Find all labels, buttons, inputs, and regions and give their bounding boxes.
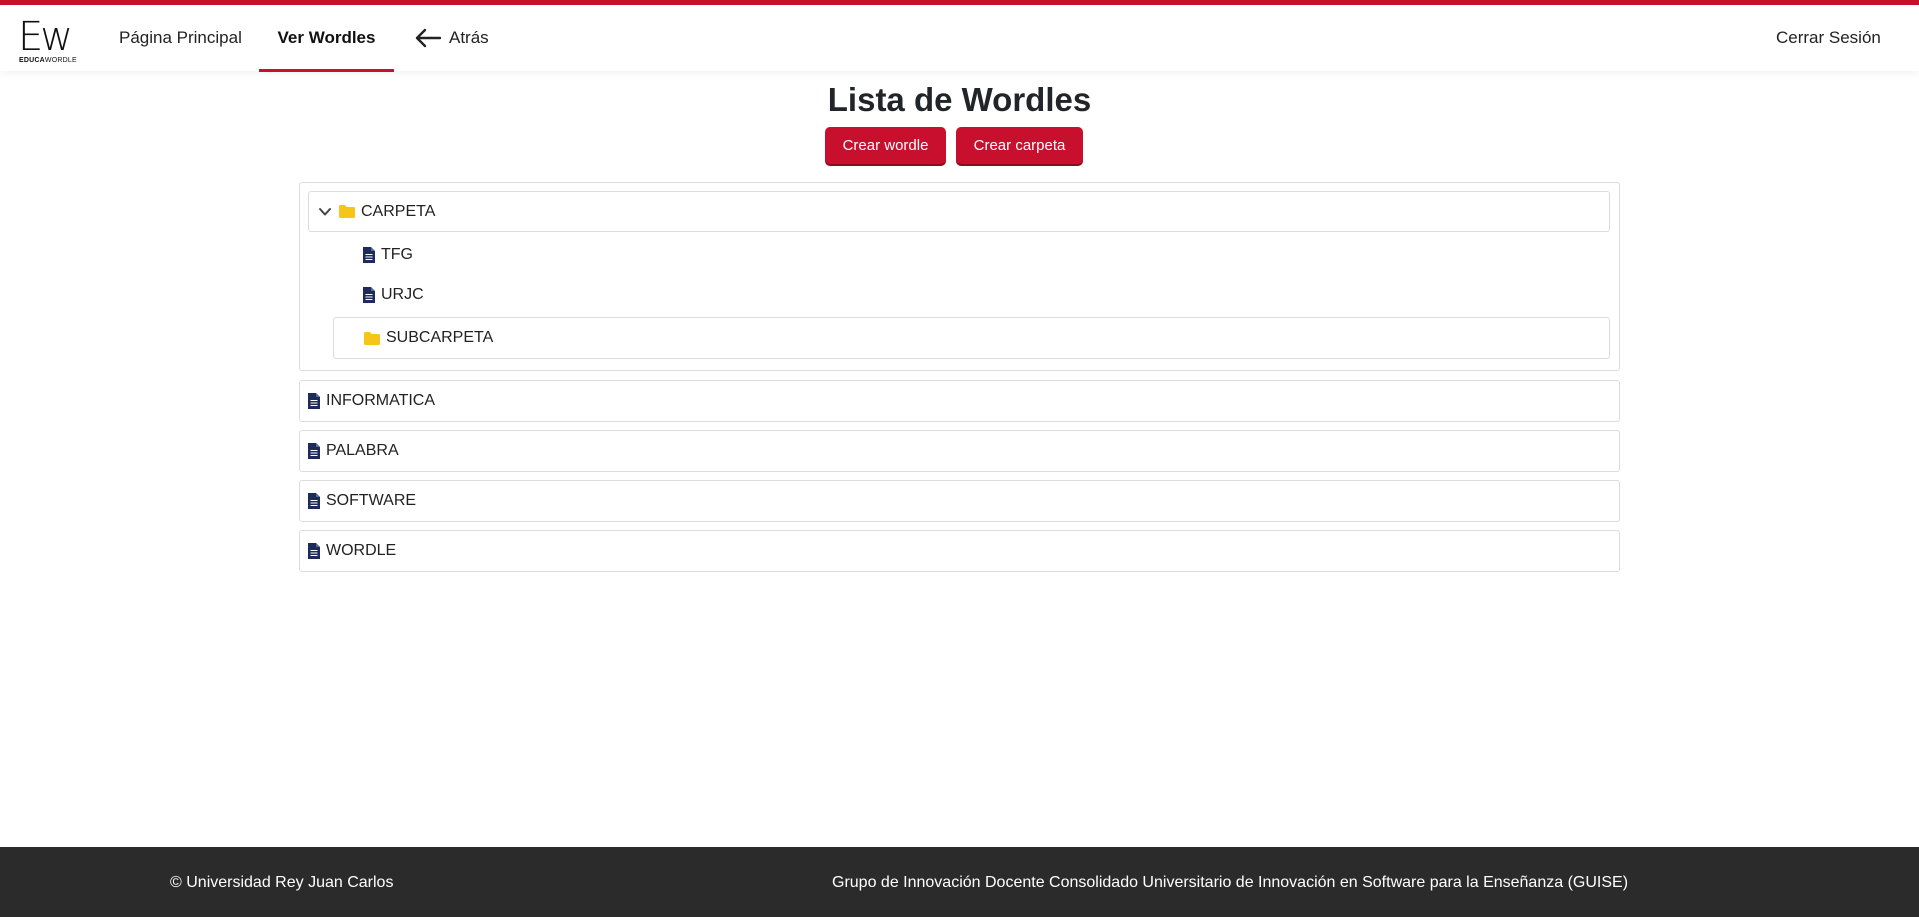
wordle-item-urjc[interactable]: URJC [381, 285, 424, 305]
file-icon [308, 493, 320, 509]
navbar: Ew EDUCAWORDLE Página Principal Ver Word… [0, 5, 1919, 72]
logo[interactable]: Ew EDUCAWORDLE [18, 17, 80, 67]
create-folder-button[interactable]: Crear carpeta [956, 127, 1083, 164]
footer: © Universidad Rey Juan Carlos Grupo de I… [0, 847, 1919, 917]
subfolder-row[interactable] [333, 317, 1610, 359]
list-item[interactable] [299, 380, 1620, 422]
folder-icon [364, 332, 380, 345]
footer-copyright: © Universidad Rey Juan Carlos [170, 874, 394, 891]
folder-header[interactable] [308, 191, 1610, 232]
create-wordle-button[interactable]: Crear wordle [825, 127, 946, 164]
list-item[interactable] [299, 530, 1620, 572]
nav-back-label: Atrás [449, 28, 489, 47]
list-item[interactable] [299, 430, 1620, 472]
file-icon [308, 443, 320, 459]
arrow-left-icon [415, 28, 442, 48]
file-icon [363, 247, 375, 263]
logo-subtitle: EDUCAWORDLE [19, 57, 77, 64]
file-icon [363, 287, 375, 303]
wordle-item-tfg[interactable]: TFG [381, 245, 413, 265]
logout-link[interactable]: Cerrar Sesión [1776, 5, 1881, 71]
wordle-item-software[interactable]: SOFTWARE [326, 491, 416, 511]
nav-home-link[interactable]: Página Principal [119, 5, 242, 71]
folder-name[interactable]: CARPETA [361, 202, 435, 222]
wordle-item-informatica[interactable]: INFORMATICA [326, 391, 435, 411]
subfolder-name[interactable]: SUBCARPETA [386, 328, 493, 348]
wordle-item-palabra[interactable]: PALABRA [326, 441, 399, 461]
file-icon [308, 543, 320, 559]
nav-active-indicator [259, 69, 394, 72]
list-item[interactable] [299, 480, 1620, 522]
footer-group: Grupo de Innovación Docente Consolidado … [832, 874, 1629, 891]
nav-wordles-link[interactable]: Ver Wordles [259, 5, 394, 71]
wordle-item-wordle[interactable]: WORDLE [326, 541, 396, 561]
chevron-down-icon[interactable] [318, 205, 332, 219]
folder-icon [339, 205, 355, 218]
logo-mark: Ew [18, 14, 73, 60]
file-icon [308, 393, 320, 409]
page-title: Lista de Wordles [827, 81, 1092, 118]
